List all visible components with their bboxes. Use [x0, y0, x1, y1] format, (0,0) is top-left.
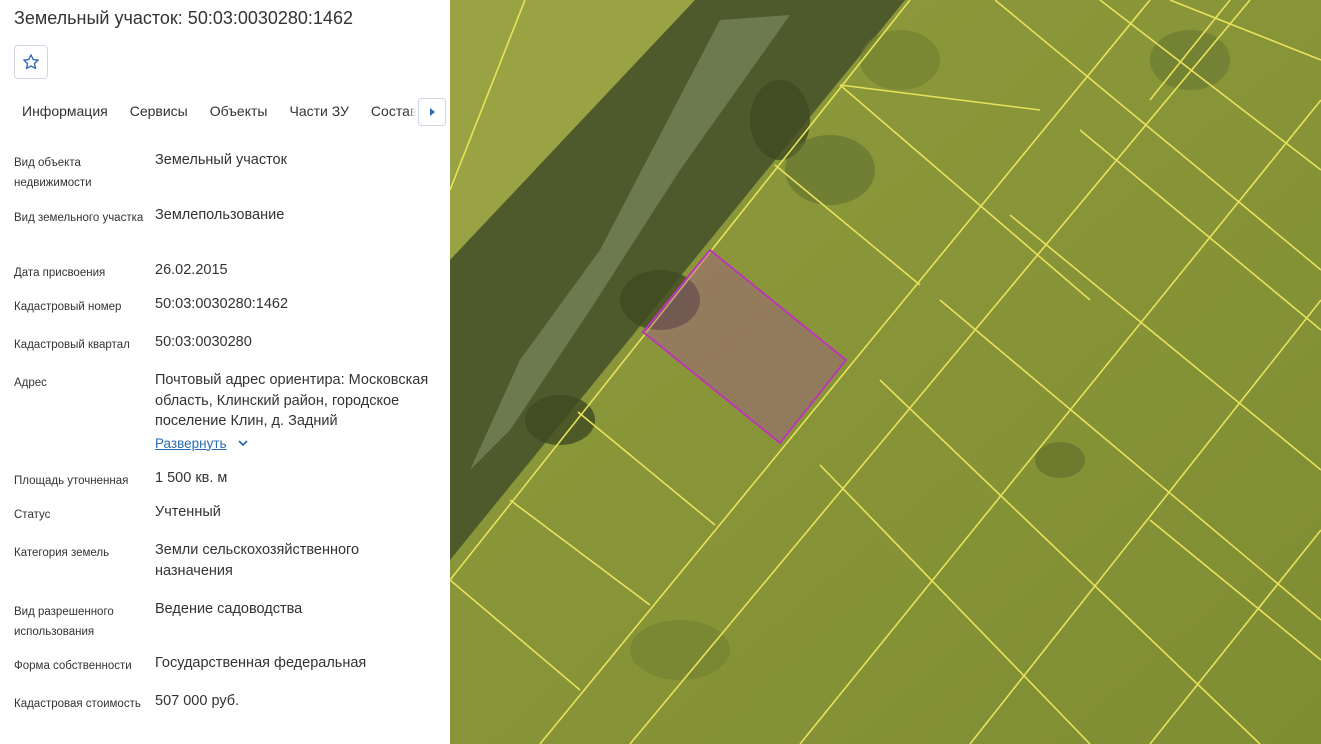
tab-parts[interactable]: Части ЗУ	[281, 95, 362, 129]
address-label: Адрес	[14, 377, 47, 389]
cad-quarter-value: 50:03:0030280	[155, 334, 252, 350]
cad-number-value: 50:03:0030280:1462	[155, 296, 289, 312]
vegetation-patch	[785, 135, 875, 205]
category-label: Категория земель	[14, 547, 110, 559]
address-value: Почтовый адрес ориентира: Московская обл…	[155, 370, 440, 454]
tab-objects[interactable]: Объекты	[202, 95, 282, 129]
ownership-label: Форма собственности	[14, 660, 132, 672]
satellite-map[interactable]	[450, 0, 1321, 744]
status-label: Статус	[14, 509, 51, 521]
land-type-label: Вид земельного участка	[14, 212, 144, 224]
permitted-use-value: Ведение садоводства	[155, 601, 303, 617]
date-label: Дата присвоения	[14, 267, 106, 279]
area-value: 1 500 кв. м	[155, 470, 228, 486]
tree-cluster	[525, 395, 595, 445]
tab-scroll-button[interactable]	[418, 98, 446, 126]
vegetation-patch	[1035, 442, 1085, 478]
status-value: Учтенный	[155, 504, 221, 520]
vegetation-patch	[630, 620, 730, 680]
object-type-label: Вид объекта недвижимости	[14, 157, 92, 189]
cost-value: 507 000 руб.	[155, 693, 240, 709]
cad-quarter-label: Кадастровый квартал	[14, 339, 130, 351]
page-title: Земельный участок: 50:03:0030280:1462	[14, 8, 353, 28]
ownership-value: Государственная федеральная	[155, 655, 367, 671]
cad-number-label: Кадастровый номер	[14, 301, 122, 313]
permitted-use-label: Вид разрешенного использования	[14, 606, 114, 638]
land-type-value: Землепользование	[155, 207, 285, 223]
favorite-button[interactable]	[14, 45, 48, 79]
caret-right-icon	[430, 108, 435, 116]
object-type-value: Земельный участок	[155, 152, 287, 168]
date-value: 26.02.2015	[155, 262, 228, 278]
info-panel: Земельный участок: 50:03:0030280:1462 Ин…	[0, 0, 450, 744]
star-outline-icon	[23, 54, 39, 70]
chevron-down-icon[interactable]	[237, 438, 249, 448]
area-label: Площадь уточненная	[14, 475, 129, 487]
map-view[interactable]	[450, 0, 1321, 744]
tab-information[interactable]: Информация	[14, 95, 122, 129]
tab-services[interactable]: Сервисы	[122, 95, 202, 129]
vegetation-patch	[860, 30, 940, 90]
address-text: Почтовый адрес ориентира: Московская обл…	[155, 372, 429, 429]
category-value: Земли сельскохозяйственного назначения	[155, 542, 360, 579]
tab-bar: Информация Сервисы Объекты Части ЗУ Состав	[14, 95, 450, 129]
expand-link[interactable]: Развернуть	[155, 434, 227, 455]
cost-label: Кадастровая стоимость	[14, 698, 141, 710]
